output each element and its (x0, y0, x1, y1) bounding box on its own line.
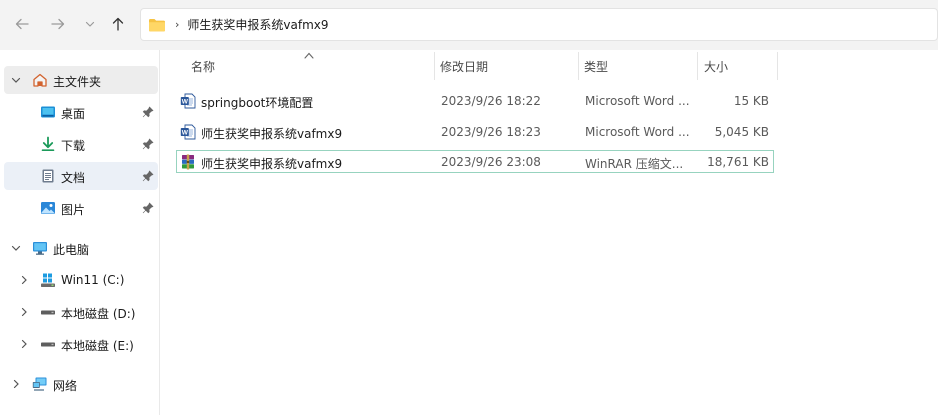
download-icon (41, 136, 55, 151)
chevron-right-icon[interactable] (10, 378, 22, 390)
document-icon (42, 169, 54, 183)
word-document-icon: W (180, 124, 196, 140)
file-row[interactable]: W springboot环境配置 2023/9/26 18:22 Microso… (176, 89, 774, 112)
file-date-modified: 2023/9/26 18:22 (441, 94, 541, 108)
breadcrumb-current-folder[interactable]: 师生获奖申报系统vafmx9 (187, 16, 328, 33)
file-row[interactable]: W 师生获奖申报系统vafmx9 2023/9/26 18:23 Microso… (176, 120, 774, 143)
sidebar-item-home[interactable]: 主文件夹 (4, 66, 158, 94)
navigation-pane: 主文件夹 桌面 下载 文档 图片 此电脑 Win11 (C:) 本地磁盘 (D:… (0, 50, 160, 415)
svg-text:W: W (182, 99, 189, 106)
file-date-modified: 2023/9/26 23:08 (441, 155, 541, 169)
sidebar-item-desktop[interactable]: 桌面 (4, 98, 158, 126)
sidebar-item-network[interactable]: 网络 (4, 370, 158, 398)
drive-icon (41, 310, 55, 315)
file-type: WinRAR 压缩文... (585, 157, 684, 171)
home-icon (33, 73, 47, 87)
sidebar-item-label: 此电脑 (53, 243, 90, 257)
arrow-right-icon[interactable] (46, 12, 70, 36)
column-divider[interactable] (434, 52, 435, 80)
pin-icon[interactable] (142, 138, 154, 150)
column-header-date[interactable]: 修改日期 (440, 50, 580, 82)
picture-icon (41, 202, 55, 214)
chevron-right-icon[interactable] (18, 274, 30, 286)
drive-icon (41, 342, 55, 347)
sidebar-item-label: 主文件夹 (53, 75, 102, 89)
arrow-left-icon[interactable] (10, 12, 34, 36)
chevron-right-icon[interactable] (18, 306, 30, 318)
sidebar-item-label: 本地磁盘 (D:) (61, 307, 136, 321)
svg-text:W: W (182, 130, 189, 137)
pin-icon[interactable] (142, 170, 154, 182)
sidebar-item-documents[interactable]: 文档 (4, 162, 158, 190)
network-icon (32, 377, 47, 391)
column-header-type[interactable]: 类型 (584, 50, 694, 82)
windows-drive-icon (41, 273, 55, 287)
file-size: 18,761 KB (707, 155, 769, 169)
address-bar[interactable]: › 师生获奖申报系统vafmx9 (140, 8, 938, 41)
column-header-size[interactable]: 大小 (704, 50, 774, 82)
file-name: 师生获奖申报系统vafmx9 (201, 127, 343, 141)
sidebar-item-drive-d[interactable]: 本地磁盘 (D:) (4, 298, 158, 326)
file-type: Microsoft Word ... (585, 94, 690, 108)
file-size: 15 KB (733, 94, 769, 108)
sidebar-item-label: 桌面 (61, 107, 86, 121)
sidebar-item-label: Win11 (C:) (61, 273, 125, 287)
chevron-down-icon[interactable] (10, 242, 22, 254)
pin-icon[interactable] (142, 202, 154, 214)
breadcrumb-separator: › (175, 18, 180, 31)
file-list-view: 名称 修改日期 类型 大小 W springboot环境配置 2023/9/26… (161, 50, 938, 415)
column-header-name[interactable]: 名称 (191, 50, 436, 82)
column-divider[interactable] (777, 52, 778, 80)
sidebar-item-drive-e[interactable]: 本地磁盘 (E:) (4, 330, 158, 358)
computer-icon (33, 242, 47, 255)
file-type: Microsoft Word ... (585, 125, 690, 139)
column-header-label: 大小 (704, 59, 729, 74)
sidebar-item-label: 网络 (53, 379, 78, 393)
column-header-label: 类型 (584, 59, 609, 74)
column-divider[interactable] (578, 52, 579, 80)
winrar-archive-icon (182, 154, 194, 170)
file-size: 5,045 KB (714, 125, 769, 139)
sidebar-item-label: 文档 (61, 171, 86, 185)
column-header-label: 名称 (191, 59, 216, 74)
sidebar-item-label: 图片 (61, 203, 86, 217)
sidebar-item-pictures[interactable]: 图片 (4, 194, 158, 222)
desktop-icon (41, 106, 55, 118)
sidebar-item-this-pc[interactable]: 此电脑 (4, 234, 158, 262)
column-divider[interactable] (697, 52, 698, 80)
sidebar-item-label: 本地磁盘 (E:) (61, 339, 134, 353)
file-date-modified: 2023/9/26 18:23 (441, 125, 541, 139)
pin-icon[interactable] (142, 106, 154, 118)
navigation-bar: › 师生获奖申报系统vafmx9 (0, 0, 938, 50)
sidebar-item-drive-c[interactable]: Win11 (C:) (4, 266, 158, 294)
file-row[interactable]: 师生获奖申报系统vafmx9 2023/9/26 23:08 WinRAR 压缩… (176, 150, 774, 173)
sidebar-item-downloads[interactable]: 下载 (4, 130, 158, 158)
file-name: springboot环境配置 (201, 96, 314, 110)
column-header-label: 修改日期 (440, 59, 489, 74)
chevron-right-icon[interactable] (18, 338, 30, 350)
file-name: 师生获奖申报系统vafmx9 (201, 157, 343, 171)
chevron-down-icon[interactable] (10, 74, 22, 86)
chevron-down-icon[interactable] (78, 12, 102, 36)
sidebar-item-label: 下载 (61, 139, 86, 153)
folder-icon (149, 18, 165, 31)
word-document-icon: W (180, 93, 196, 109)
arrow-up-icon[interactable] (106, 12, 130, 36)
